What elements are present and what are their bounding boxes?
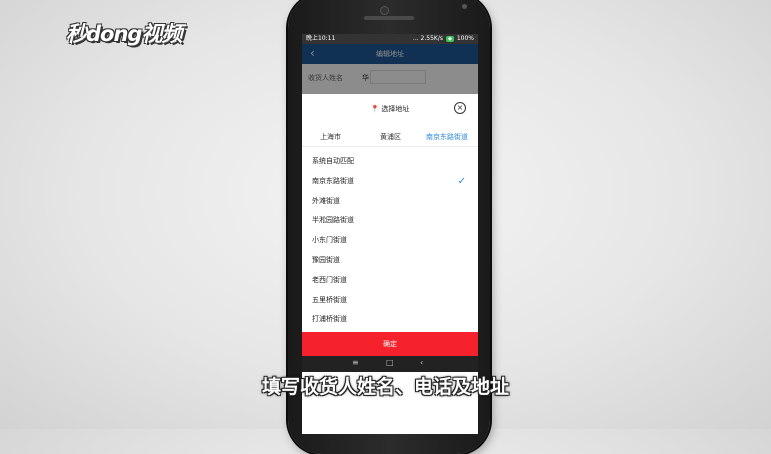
home-icon[interactable]: □ (386, 358, 394, 367)
sheet-header: 📍 选择地址 × (302, 102, 478, 118)
modal-overlay[interactable] (302, 44, 478, 94)
list-item[interactable]: 老西门街道 (302, 271, 478, 291)
list-item-label: 打浦桥街道 (312, 315, 347, 324)
battery-level: 100% (456, 35, 474, 42)
battery-icon: ◆ (445, 36, 454, 42)
list-item[interactable]: 豫园街道 (302, 251, 478, 271)
list-item[interactable]: 半淞园路街道 (302, 211, 478, 231)
list-item-label: 豫园街道 (312, 255, 340, 264)
tab-city[interactable]: 上海市 (320, 132, 341, 142)
address-picker-sheet: 📍 选择地址 × 上海市 黄浦区 南京东路街道 系统自动匹配 南京东路街道 ✓ 外滩… (302, 94, 478, 358)
status-right: ... 2.55K/s ◆ 100% (413, 34, 474, 44)
checkmark-icon: ✓ (457, 175, 466, 187)
brand-logo: 秒dong视频 (66, 22, 182, 46)
list-item[interactable]: 南京东路街道 ✓ (302, 172, 478, 192)
street-list: 系统自动匹配 南京东路街道 ✓ 外滩街道 半淞园路街道 小东门街道 豫园街道 老西… (302, 152, 478, 330)
speaker-grille (364, 16, 414, 20)
list-item[interactable]: 系统自动匹配 (302, 152, 478, 172)
status-time: 晚上10:11 (306, 35, 336, 42)
list-item[interactable]: 打浦桥街道 (302, 310, 478, 330)
list-item-label: 老西门街道 (312, 275, 347, 284)
sheet-title-wrap: 📍 选择地址 (302, 104, 478, 114)
list-item[interactable]: 五里桥街道 (302, 291, 478, 311)
close-icon[interactable]: × (454, 102, 466, 114)
list-item-label: 南京东路街道 (312, 176, 354, 185)
list-item-label: 半淞园路街道 (312, 216, 354, 225)
status-bar: 晚上10:11 ... 2.55K/s ◆ 100% (302, 34, 478, 44)
list-item-label: 小东门街道 (312, 236, 347, 245)
list-item-label: 五里桥街道 (312, 295, 347, 304)
tab-district[interactable]: 黄浦区 (380, 132, 401, 142)
sensor-icon (462, 4, 467, 9)
video-caption: 填写收货人姓名、电话及地址 (261, 376, 509, 398)
network-speed: ... 2.55K/s (412, 35, 443, 42)
sheet-title: 选择地址 (381, 105, 410, 113)
back-icon[interactable]: ‹ (420, 358, 423, 367)
list-item[interactable]: 小东门街道 (302, 231, 478, 251)
location-pin-icon: 📍 (370, 105, 380, 113)
list-item-label: 系统自动匹配 (312, 157, 354, 165)
region-tabs: 上海市 黄浦区 南京东路街道 (302, 130, 478, 147)
tab-street[interactable]: 南京东路街道 (426, 132, 468, 142)
camera-icon (380, 6, 389, 15)
menu-icon[interactable]: ≡ (352, 358, 359, 367)
confirm-button[interactable]: 确定 (302, 332, 478, 356)
list-item-label: 外滩街道 (312, 196, 340, 205)
android-nav-bar: ≡ □ ‹ (302, 356, 478, 372)
list-item[interactable]: 外滩街道 (302, 192, 478, 212)
